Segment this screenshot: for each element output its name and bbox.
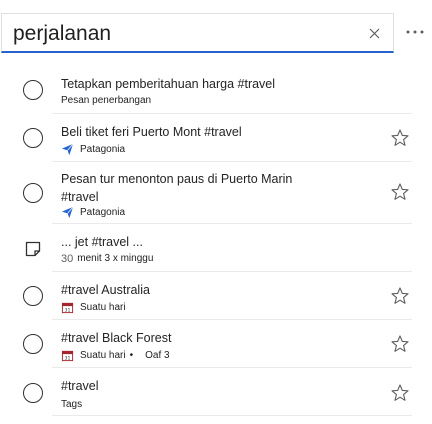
- complete-checkbox[interactable]: [23, 383, 43, 403]
- complete-checkbox[interactable]: [23, 286, 43, 306]
- meta-text: menit 3 x minggu: [77, 253, 154, 264]
- svg-text:31: 31: [65, 356, 71, 362]
- task-row[interactable]: #travel Tags: [0, 368, 432, 416]
- task-title-line: #travel: [61, 190, 99, 204]
- task-tags: Tags: [61, 399, 83, 410]
- airplane-icon: [61, 143, 74, 156]
- due-text: Suatu hari: [80, 301, 126, 313]
- note-icon[interactable]: [24, 240, 42, 258]
- calendar-icon: 31: [61, 302, 74, 314]
- calendar-icon: 31: [61, 350, 74, 362]
- task-title: Beli tiket feri Puerto Mont #travel: [61, 125, 242, 139]
- close-icon: [369, 28, 379, 38]
- task-title: #travel: [61, 379, 99, 393]
- task-row[interactable]: Tetapkan pemberitahuan harga #travel Pes…: [0, 66, 432, 114]
- task-list-name: Patagonia: [80, 206, 126, 218]
- due-text: Suatu hari: [80, 349, 126, 361]
- airplane-icon: [61, 206, 74, 219]
- star-icon[interactable]: [390, 383, 410, 403]
- clear-search-button[interactable]: [363, 22, 385, 44]
- task-meta: Tags: [61, 399, 82, 411]
- complete-checkbox[interactable]: [23, 334, 43, 354]
- search-box[interactable]: [1, 13, 394, 53]
- more-options-button[interactable]: [403, 21, 427, 43]
- task-row[interactable]: Beli tiket feri Puerto Mont #travel Pata…: [0, 114, 432, 162]
- task-title: Tetapkan pemberitahuan harga #travel: [61, 77, 276, 91]
- star-icon[interactable]: [390, 286, 410, 306]
- task-row[interactable]: #travel Australia 31 Suatu hari: [0, 272, 432, 320]
- task-meta: 31 Suatu hari • Oaf 3: [61, 349, 170, 362]
- divider: [52, 415, 412, 416]
- task-list-name: Pesan penerbangan: [61, 95, 152, 106]
- search-input[interactable]: [13, 20, 353, 48]
- complete-checkbox[interactable]: [23, 183, 43, 203]
- task-meta: 31 Suatu hari: [61, 301, 126, 314]
- task-list-name: Patagonia: [80, 143, 126, 155]
- star-icon[interactable]: [390, 334, 410, 354]
- more-icon: [406, 30, 424, 34]
- task-title: ... jet #travel ...: [61, 235, 143, 249]
- task-title: #travel Black Forest: [61, 331, 172, 345]
- star-icon[interactable]: [390, 128, 410, 148]
- task-row[interactable]: ... jet #travel ... 30 menit 3 x minggu: [0, 224, 432, 272]
- task-row[interactable]: Pesan tur menonton paus di Puerto Marin …: [0, 162, 432, 224]
- task-meta: Pesan penerbangan: [61, 95, 151, 107]
- task-meta: 30 menit 3 x minggu: [61, 253, 153, 265]
- meta-number: 30: [61, 253, 74, 265]
- task-row[interactable]: #travel Black Forest 31 Suatu hari • Oaf…: [0, 320, 432, 368]
- complete-checkbox[interactable]: [23, 80, 43, 100]
- task-title: Pesan tur menonton paus di Puerto Marin …: [61, 170, 351, 206]
- star-icon[interactable]: [390, 182, 410, 202]
- svg-text:31: 31: [65, 308, 71, 314]
- complete-checkbox[interactable]: [23, 128, 43, 148]
- meta-extra: Oaf 3: [145, 349, 170, 361]
- task-title: #travel Australia: [61, 283, 150, 297]
- task-title-line: Pesan tur menonton paus di Puerto Marin: [61, 172, 293, 186]
- task-meta: Patagonia: [61, 206, 125, 219]
- meta-separator: •: [129, 349, 134, 361]
- task-meta: Patagonia: [61, 143, 125, 156]
